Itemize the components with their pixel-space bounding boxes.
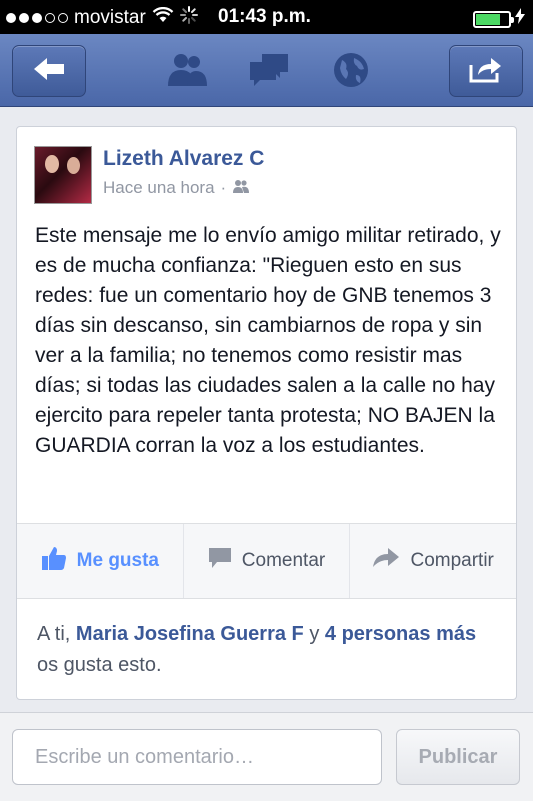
post-actions: Me gusta Comentar Compartir: [17, 523, 516, 599]
share-arrow-icon: [372, 547, 400, 575]
status-bar: movistar 01:43 p.m.: [0, 0, 533, 34]
likes-suffix: os gusta esto.: [37, 654, 162, 676]
signal-dots-icon: [6, 13, 68, 23]
likes-prefix: A ti,: [37, 623, 76, 645]
charging-bolt-icon: [515, 8, 525, 30]
post-card: Lizeth Alvarez C Hace una hora · Este me…: [16, 126, 517, 700]
activity-spinner-icon: [179, 6, 198, 30]
comment-icon: [208, 547, 232, 575]
likes-conjunction: y: [303, 623, 325, 645]
status-time: 01:43 p.m.: [218, 6, 311, 27]
share-icon: [469, 55, 503, 88]
back-button[interactable]: [12, 45, 86, 97]
carrier-name: movistar: [74, 7, 146, 28]
messages-icon[interactable]: [247, 48, 291, 92]
thumbs-up-icon: [41, 545, 67, 577]
post-meta: Hace una hora ·: [103, 178, 250, 198]
meta-separator: ·: [220, 178, 227, 197]
back-arrow-icon: [32, 56, 66, 87]
author-name[interactable]: Lizeth Alvarez C: [103, 147, 264, 171]
comment-label: Comentar: [241, 550, 326, 571]
author-avatar[interactable]: [34, 146, 92, 204]
post-time[interactable]: Hace una hora: [103, 178, 215, 198]
navigation-bar: [0, 34, 533, 107]
share-label: Compartir: [410, 550, 494, 571]
post-text: Este mensaje me lo envío amigo militar r…: [35, 224, 501, 457]
comment-input[interactable]: [12, 729, 382, 785]
liker-name-link[interactable]: Maria Josefina Guerra F: [76, 623, 304, 645]
friends-icon: [232, 178, 250, 198]
like-button[interactable]: Me gusta: [17, 524, 183, 598]
battery-fill: [476, 13, 500, 25]
likes-summary: A ti, Maria Josefina Guerra F y 4 person…: [37, 619, 497, 681]
wifi-icon: [152, 7, 174, 29]
share-button[interactable]: [449, 45, 523, 97]
share-post-button[interactable]: Compartir: [349, 524, 516, 598]
others-link[interactable]: 4 personas más: [325, 623, 476, 645]
friend-requests-icon[interactable]: [165, 48, 209, 92]
comment-button[interactable]: Comentar: [182, 524, 350, 598]
like-label: Me gusta: [76, 550, 160, 571]
notifications-globe-icon[interactable]: [329, 48, 373, 92]
battery-icon: [473, 10, 514, 28]
comment-bar: Publicar: [0, 712, 533, 801]
publish-button[interactable]: Publicar: [396, 729, 520, 785]
